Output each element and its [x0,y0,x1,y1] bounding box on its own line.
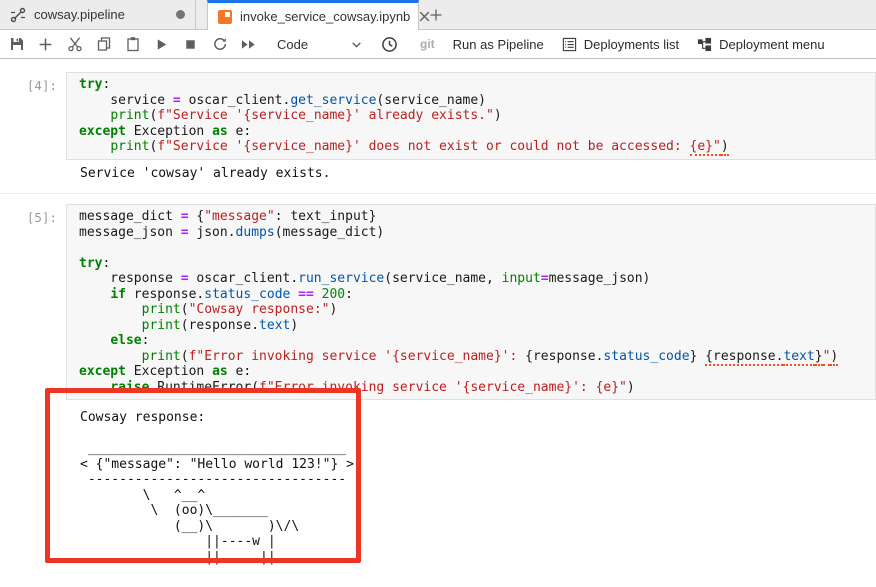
tab-divider [196,0,207,29]
cell-type-value: Code [277,37,308,52]
restart-run-all-button[interactable] [234,32,263,57]
run-as-pipeline-label: Run as Pipeline [453,37,544,52]
pipeline-icon [10,7,26,23]
cell-type-dropdown[interactable]: Code [277,37,363,52]
execution-count: [5]: [0,204,66,400]
unsaved-indicator-icon [176,10,185,19]
git-status-label: git [420,37,435,51]
code-cell-4: [4]: try: service = oscar_client.get_ser… [0,72,876,160]
restart-kernel-button[interactable] [205,32,234,57]
code-editor[interactable]: try: service = oscar_client.get_service(… [66,72,876,160]
add-cell-button[interactable] [31,32,60,57]
execution-count: [4]: [0,72,66,160]
tab-cowsay-pipeline[interactable]: cowsay.pipeline [0,0,196,29]
interrupt-kernel-button[interactable] [176,32,205,57]
deployment-menu-button[interactable]: Deployment menu [697,37,825,52]
notebook-icon [218,10,232,24]
cell-output-5: Cowsay response: _______________________… [66,400,876,571]
hierarchy-icon [697,37,712,52]
paste-cells-button[interactable] [118,32,147,57]
tab-label: cowsay.pipeline [34,7,168,22]
clock-icon[interactable] [375,32,404,57]
list-icon [562,37,577,52]
save-button[interactable] [2,32,31,57]
run-cell-button[interactable] [147,32,176,57]
tab-label: invoke_service_cowsay.ipynb [240,9,410,24]
tab-bar: cowsay.pipeline invoke_service_cowsay.ip… [0,0,876,30]
copy-cells-button[interactable] [89,32,118,57]
chevron-down-icon [350,38,363,51]
cut-cells-button[interactable] [60,32,89,57]
tab-invoke-service-cowsay[interactable]: invoke_service_cowsay.ipynb [207,0,419,30]
cell-separator [0,193,876,194]
deployment-menu-label: Deployment menu [719,37,825,52]
deployments-list-label: Deployments list [584,37,679,52]
deployments-list-button[interactable]: Deployments list [562,37,679,52]
notebook-panel: [4]: try: service = oscar_client.get_ser… [0,59,876,571]
cell-output-4: Service 'cowsay' already exists. [66,160,876,188]
notebook-toolbar: Code git Run as Pipeline Deployments lis… [0,30,876,59]
new-tab-button[interactable] [419,0,453,29]
code-cell-5: [5]: message_dict = {"message": text_inp… [0,204,876,400]
run-as-pipeline-button[interactable]: Run as Pipeline [453,37,544,52]
code-editor[interactable]: message_dict = {"message": text_input}me… [66,204,876,400]
